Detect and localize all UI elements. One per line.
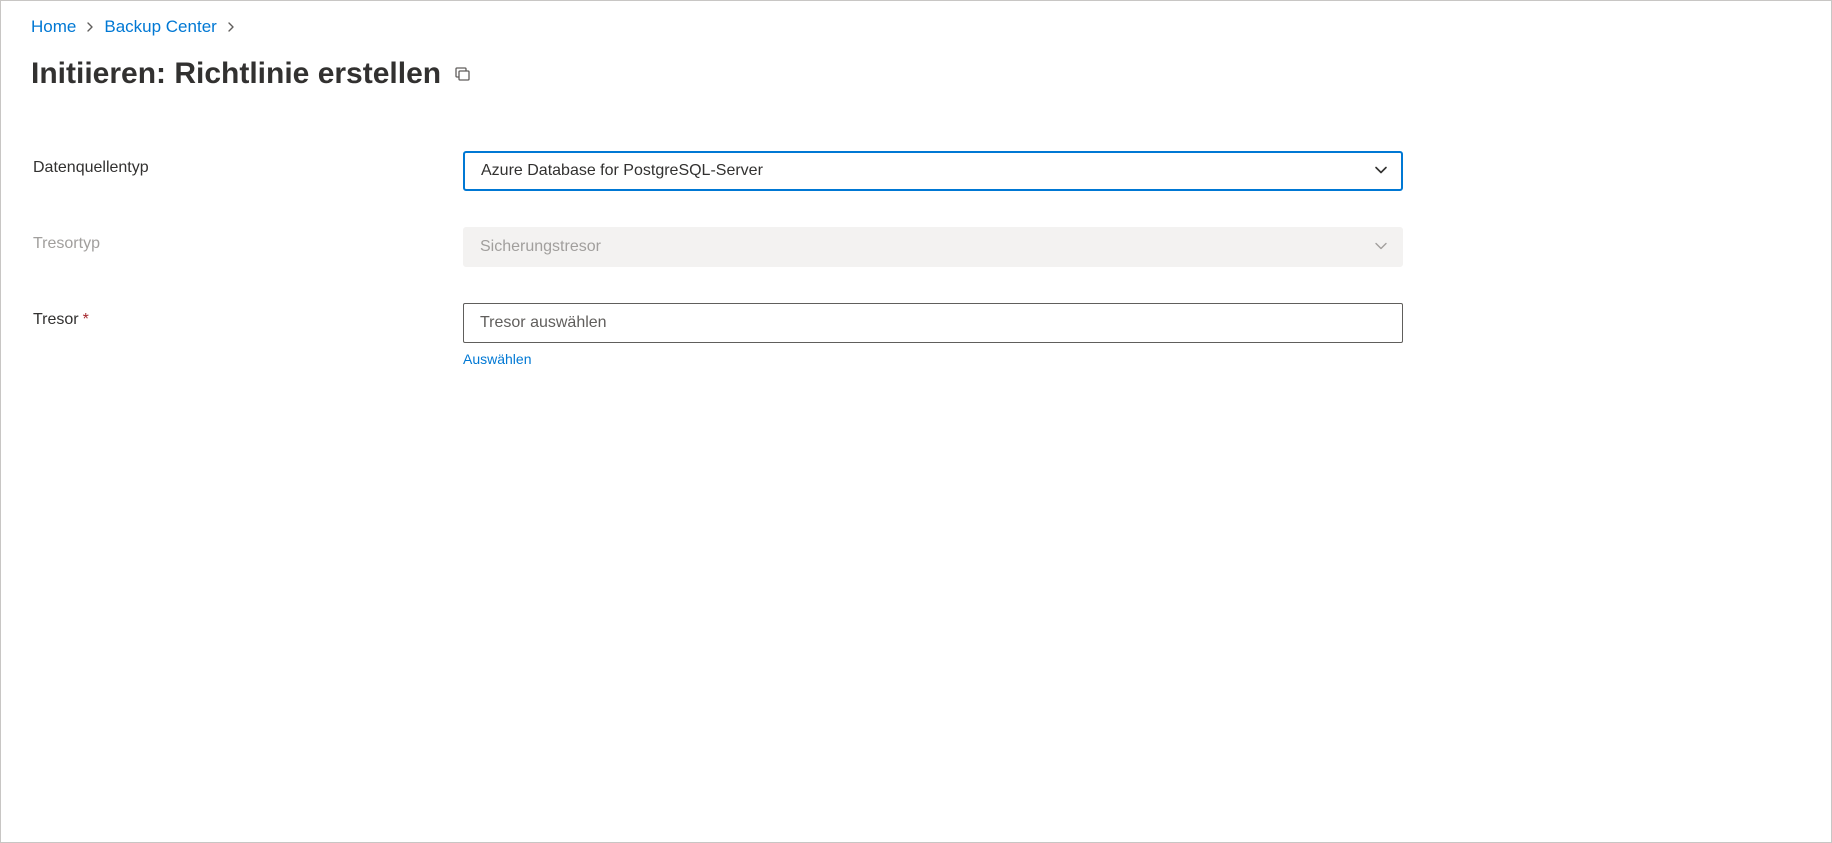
datasource-type-row: Datenquellentyp Azure Database for Postg… [33,151,1801,191]
vault-select-link[interactable]: Auswählen [463,351,532,367]
vault-type-value: Sicherungstresor [480,238,601,256]
breadcrumb: Home Backup Center [31,17,1801,37]
pin-icon[interactable] [453,64,473,84]
vault-label-text: Tresor [33,311,79,328]
breadcrumb-home-link[interactable]: Home [31,17,76,37]
chevron-right-icon [84,21,96,33]
datasource-type-label: Datenquellentyp [33,151,463,177]
datasource-type-value: Azure Database for PostgreSQL-Server [481,162,763,180]
datasource-type-select[interactable]: Azure Database for PostgreSQL-Server [463,151,1403,191]
breadcrumb-backup-center-link[interactable]: Backup Center [104,17,216,37]
page-title: Initiieren: Richtlinie erstellen [31,57,441,91]
required-indicator: * [83,311,89,328]
vault-type-label: Tresortyp [33,227,463,253]
form-area: Datenquellentyp Azure Database for Postg… [31,151,1801,367]
vault-label: Tresor* [33,303,463,329]
chevron-right-icon [225,21,237,33]
page-title-row: Initiieren: Richtlinie erstellen [31,57,1801,91]
vault-type-select: Sicherungstresor [463,227,1403,267]
vault-input[interactable] [463,303,1403,343]
vault-row: Tresor* Auswählen [33,303,1801,367]
vault-type-row: Tresortyp Sicherungstresor [33,227,1801,267]
